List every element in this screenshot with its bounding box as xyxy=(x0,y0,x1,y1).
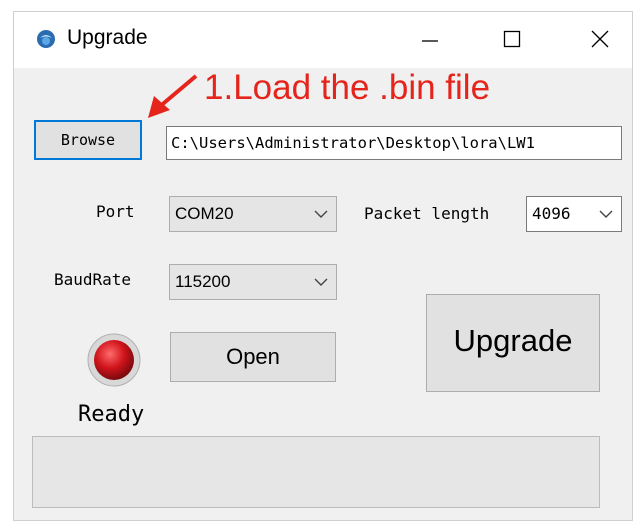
file-path-input[interactable]: C:\Users\Administrator\Desktop\lora\LW1 xyxy=(166,126,622,160)
port-select-value: COM20 xyxy=(175,204,234,223)
annotation-arrow-icon xyxy=(148,74,198,118)
status-led-icon xyxy=(87,333,141,387)
open-button-label: Open xyxy=(226,344,280,369)
baudrate-select[interactable]: 115200 xyxy=(169,264,337,300)
browse-button-label: Browse xyxy=(60,131,116,149)
minimize-button[interactable] xyxy=(410,18,450,60)
title-bar[interactable]: Upgrade xyxy=(14,12,632,68)
annotation-text: 1.Load the .bin file xyxy=(204,68,491,107)
maximize-icon xyxy=(503,30,521,48)
chevron-down-icon xyxy=(314,278,328,286)
close-icon xyxy=(591,30,609,48)
chevron-down-icon xyxy=(314,210,328,218)
open-button[interactable]: Open xyxy=(170,332,336,382)
packet-length-select-value: 4096 xyxy=(532,204,571,223)
window-title: Upgrade xyxy=(67,26,148,49)
app-icon xyxy=(37,30,55,48)
maximize-button[interactable] xyxy=(492,18,532,60)
port-label: Port xyxy=(96,202,135,221)
port-select[interactable]: COM20 xyxy=(169,196,337,232)
status-text: Ready xyxy=(78,402,145,427)
progress-bar xyxy=(32,436,600,508)
packet-length-select[interactable]: 4096 xyxy=(526,196,622,232)
upgrade-button[interactable]: Upgrade xyxy=(426,294,600,392)
close-button[interactable] xyxy=(580,18,620,60)
baudrate-select-value: 115200 xyxy=(175,272,231,291)
packet-length-label: Packet length xyxy=(364,204,490,223)
browse-button[interactable]: Browse xyxy=(34,120,142,160)
upgrade-window: Upgrade 1.Load the .bin file Browse C:\U… xyxy=(14,12,632,520)
upgrade-button-label: Upgrade xyxy=(453,323,573,358)
baudrate-label: BaudRate xyxy=(54,270,132,289)
chevron-down-icon xyxy=(599,210,613,218)
minimize-icon xyxy=(422,40,438,42)
